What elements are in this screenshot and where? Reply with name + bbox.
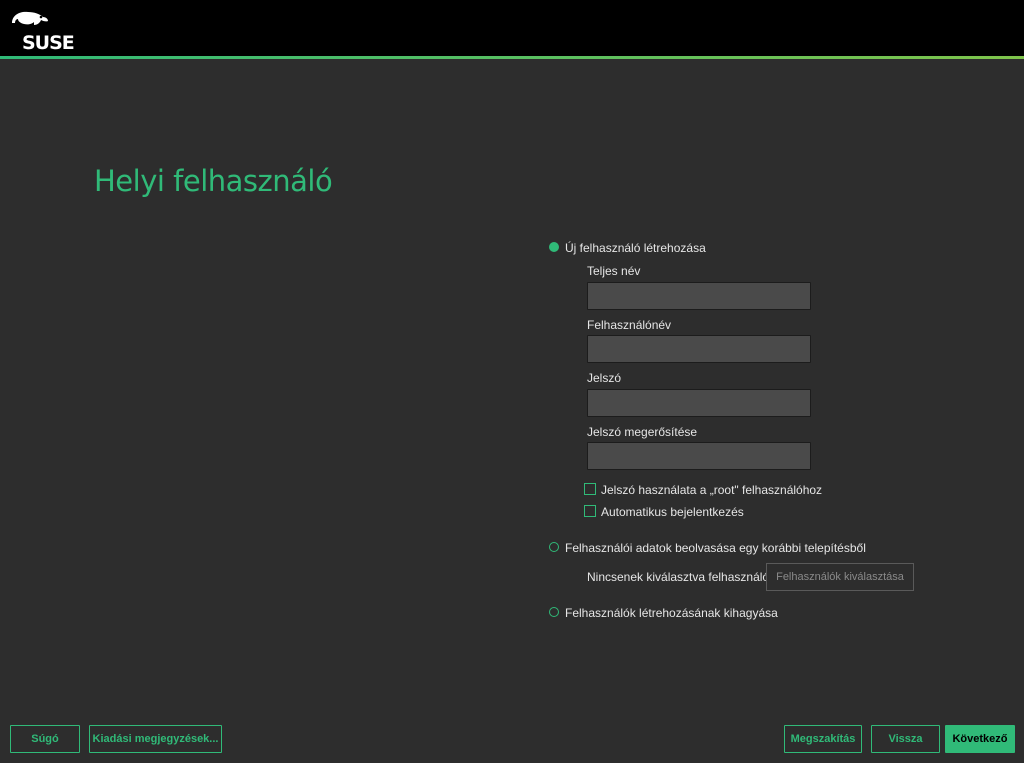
password-label: Jelszó — [587, 371, 622, 385]
auto-login-checkbox[interactable] — [584, 505, 596, 517]
select-users-button[interactable]: Felhasználók kiválasztása — [766, 563, 914, 591]
import-status-text: Nincsenek kiválasztva felhasználók — [587, 570, 776, 584]
root-password-label[interactable]: Jelszó használata a „root" felhasználóho… — [601, 483, 822, 497]
top-bar: SUSE — [0, 0, 1024, 56]
skip-users-radio[interactable] — [549, 607, 559, 617]
root-password-checkbox[interactable] — [584, 483, 596, 495]
password-confirm-field[interactable] — [587, 442, 811, 470]
create-user-radio[interactable] — [549, 242, 559, 252]
auto-login-label[interactable]: Automatikus bejelentkezés — [601, 505, 744, 519]
header-accent-line — [0, 56, 1024, 59]
import-users-radio[interactable] — [549, 542, 559, 552]
page-title: Helyi felhasználó — [94, 164, 333, 198]
password-confirm-label: Jelszó megerősítése — [587, 425, 698, 439]
suse-logo: SUSE — [10, 9, 78, 54]
create-user-label[interactable]: Új felhasználó létrehozása — [565, 241, 706, 255]
skip-users-label[interactable]: Felhasználók létrehozásának kihagyása — [565, 606, 778, 620]
logo-text: SUSE — [22, 32, 75, 54]
full-name-label: Teljes név — [587, 264, 641, 278]
import-users-label[interactable]: Felhasználói adatok beolvasása egy koráb… — [565, 541, 866, 555]
abort-button[interactable]: Megszakítás — [784, 725, 862, 753]
password-field[interactable] — [587, 389, 811, 417]
back-button[interactable]: Vissza — [871, 725, 940, 753]
next-button[interactable]: Következő — [945, 725, 1015, 753]
release-notes-button[interactable]: Kiadási megjegyzések... — [89, 725, 222, 753]
username-label: Felhasználónév — [587, 318, 672, 332]
full-name-field[interactable] — [587, 282, 811, 310]
help-button[interactable]: Súgó — [10, 725, 80, 753]
username-field[interactable] — [587, 335, 811, 363]
